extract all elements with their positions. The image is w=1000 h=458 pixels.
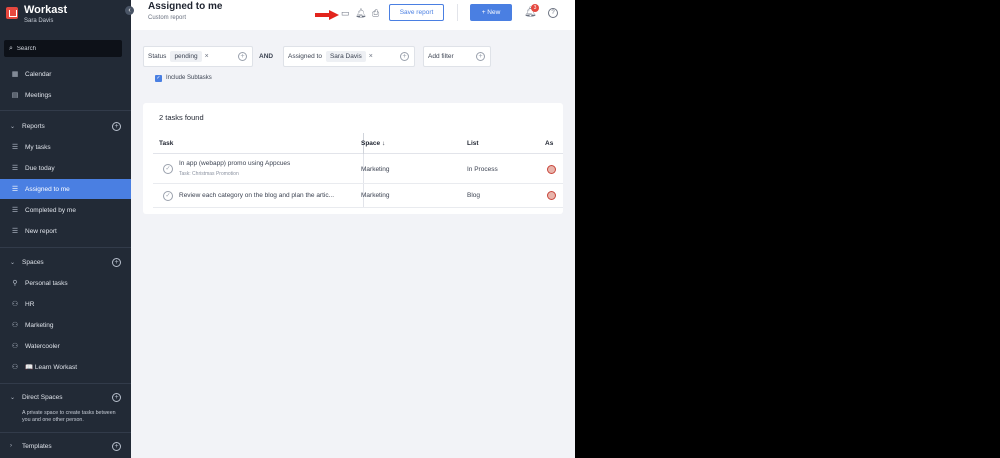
task-list: Blog (467, 192, 481, 199)
sidebar-item-due-today[interactable]: ☰ Due today (0, 158, 131, 178)
page-subtitle: Custom report (148, 15, 187, 21)
report-icon: ☰ (11, 186, 19, 193)
sidebar-divider (0, 110, 131, 111)
sidebar-item-hr[interactable]: ⚇ HR (0, 294, 131, 314)
add-assignee-icon[interactable]: + (400, 52, 409, 61)
results-card: 2 tasks found Task Space ↓ List As ✓ In … (143, 103, 563, 214)
brand[interactable]: Workast Sara Davis (6, 4, 67, 26)
notifications-badge: 3 (531, 4, 539, 12)
table-row[interactable]: ✓ Review each category on the blog and p… (153, 184, 563, 208)
report-icon: ☰ (11, 144, 19, 151)
assigned-filter[interactable]: Assigned to Sara Davis × + (283, 46, 415, 67)
assignee-avatar[interactable] (547, 165, 556, 174)
search-input[interactable] (16, 45, 117, 52)
top-bar: Assigned to me Custom report ▭ 🔔︎ ⎙ Save… (131, 0, 575, 30)
main-content: Assigned to me Custom report ▭ 🔔︎ ⎙ Save… (131, 0, 575, 458)
col-task[interactable]: Task (159, 140, 173, 147)
task-name[interactable]: In app (webapp) promo using Appcues (179, 160, 290, 167)
sidebar-divider (0, 383, 131, 384)
chevron-down-icon: ⌄ (10, 259, 16, 266)
add-filter-icon[interactable]: + (476, 52, 485, 61)
group-icon: ⚇ (11, 301, 19, 308)
col-space[interactable]: Space ↓ (361, 140, 385, 147)
chevron-down-icon: ⌄ (10, 394, 16, 401)
sidebar-search[interactable]: ⌕ (4, 40, 122, 57)
report-icon: ☰ (11, 207, 19, 214)
sidebar: Workast Sara Davis ‹ ⌕ ▦ Calendar ▤ Meet… (0, 0, 134, 458)
remove-status-icon[interactable]: × (205, 53, 209, 60)
annotation-arrow-icon (315, 10, 339, 20)
assigned-filter-value: Sara Davis (325, 51, 366, 62)
add-status-value-icon[interactable]: + (238, 52, 247, 61)
group-icon: ⚇ (11, 322, 19, 329)
calendar-icon: ▦ (11, 71, 19, 78)
meetings-icon: ▤ (11, 92, 19, 99)
tasks-found-count: 2 tasks found (159, 113, 204, 122)
include-subtasks-label: Include Subtasks (166, 75, 212, 81)
save-report-button[interactable]: Save report (389, 4, 444, 21)
help-icon[interactable]: ? (548, 8, 558, 18)
section-templates[interactable]: › Templates + (0, 438, 131, 454)
section-spaces[interactable]: ⌄ Spaces + (0, 254, 131, 270)
report-icon: ☰ (11, 228, 19, 235)
notify-bell-icon[interactable]: 🔔︎ (355, 8, 366, 19)
status-filter[interactable]: Status pending × + (143, 46, 253, 67)
chevron-down-icon: ⌄ (10, 123, 16, 130)
sidebar-item-assigned-to-me[interactable]: ☰ Assigned to me (0, 179, 131, 199)
sidebar-item-marketing[interactable]: ⚇ Marketing (0, 315, 131, 335)
new-button[interactable]: + New (470, 4, 512, 21)
section-direct-spaces[interactable]: ⌄ Direct Spaces + (0, 389, 131, 405)
add-template-icon[interactable]: + (112, 441, 121, 451)
col-list[interactable]: List (467, 140, 479, 147)
and-label: AND (259, 53, 274, 60)
export-icon[interactable]: ⎙ (372, 8, 379, 19)
collapse-sidebar-icon[interactable]: ‹ (125, 6, 134, 15)
user-icon: ⚲ (12, 280, 18, 287)
col-assignee[interactable]: As (545, 140, 553, 147)
task-space: Marketing (361, 192, 390, 199)
sidebar-item-personal-tasks[interactable]: ⚲ Personal tasks (0, 273, 131, 293)
page-title: Assigned to me (148, 1, 223, 12)
add-space-icon[interactable]: + (112, 257, 121, 267)
toolbar-divider (457, 4, 458, 21)
sidebar-divider (0, 247, 131, 248)
section-reports[interactable]: ⌄ Reports + (0, 118, 131, 134)
remove-assignee-icon[interactable]: × (369, 53, 373, 60)
brand-name: Workast (24, 4, 68, 16)
add-report-icon[interactable]: + (112, 121, 121, 131)
task-list: In Process (467, 166, 498, 173)
search-icon: ⌕ (9, 44, 13, 52)
include-subtasks-checkbox[interactable]: ✓ (155, 75, 162, 82)
sidebar-item-calendar[interactable]: ▦ Calendar (0, 64, 131, 84)
group-icon: ⚇ (11, 364, 19, 371)
sidebar-item-meetings[interactable]: ▤ Meetings (0, 85, 131, 105)
sidebar-item-my-tasks[interactable]: ☰ My tasks (0, 137, 131, 157)
workast-logo-icon (6, 7, 18, 19)
status-filter-value: pending (170, 51, 202, 62)
add-filter[interactable]: Add filter + (423, 46, 491, 67)
sidebar-item-completed-by-me[interactable]: ☰ Completed by me (0, 200, 131, 220)
complete-task-icon[interactable]: ✓ (163, 191, 173, 201)
complete-task-icon[interactable]: ✓ (163, 164, 173, 174)
filter-icon[interactable]: ▭ (341, 8, 350, 19)
assignee-avatar[interactable] (547, 191, 556, 200)
app-window: Workast Sara Davis ‹ ⌕ ▦ Calendar ▤ Meet… (0, 0, 575, 458)
brand-user: Sara Davis (24, 18, 54, 24)
task-space: Marketing (361, 166, 390, 173)
chevron-right-icon: › (10, 443, 12, 449)
task-parent: Task: Christmas Promotion (179, 171, 239, 177)
group-icon: ⚇ (11, 343, 19, 350)
sidebar-item-learn-workast[interactable]: ⚇ 📖 Learn Workast (0, 357, 131, 377)
report-icon: ☰ (11, 165, 19, 172)
sidebar-item-new-report[interactable]: ☰ New report (0, 221, 131, 241)
table-row[interactable]: ✓ In app (webapp) promo using Appcues Ta… (153, 154, 563, 184)
task-name[interactable]: Review each category on the blog and pla… (179, 192, 334, 199)
direct-spaces-hint: A private space to create tasks between … (22, 410, 116, 423)
add-direct-space-icon[interactable]: + (112, 392, 121, 402)
sidebar-divider (0, 432, 131, 433)
sidebar-item-watercooler[interactable]: ⚇ Watercooler (0, 336, 131, 356)
table-header: Task Space ↓ List As (153, 133, 563, 154)
